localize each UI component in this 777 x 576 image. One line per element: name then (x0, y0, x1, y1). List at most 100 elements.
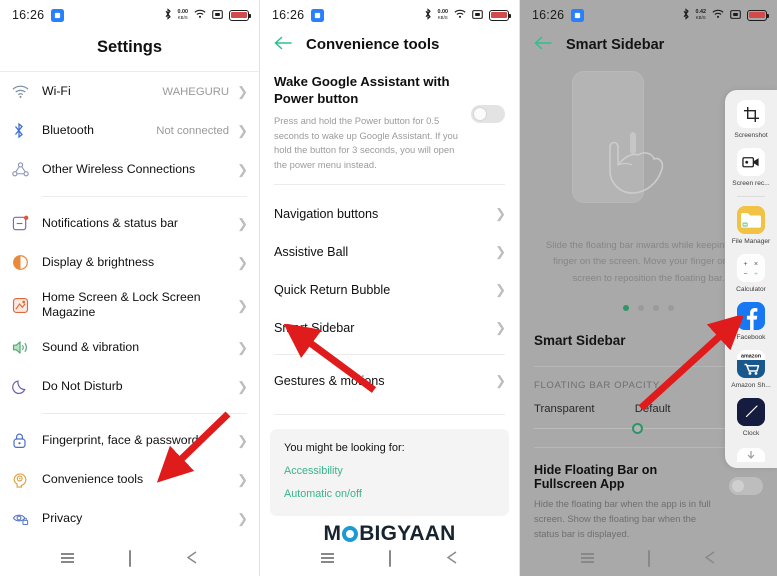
sidebar-item-fingerprint[interactable]: Fingerprint, face & password ❯ (0, 421, 259, 460)
bluetooth-status-value: Not connected (156, 124, 230, 137)
three-phone-screenshots: 16:26 0.00 KB/S Settings Wi-Fi WAHEGURU … (0, 0, 777, 576)
navigation-bar (0, 540, 259, 576)
sim-badge-icon (311, 8, 325, 22)
chevron-right-icon: ❯ (495, 282, 506, 298)
sidebar-item-bluetooth[interactable]: Bluetooth Not connected ❯ (0, 111, 259, 150)
status-icons: 0.00 KB/S (164, 7, 251, 23)
crop-screenshot-icon (737, 100, 765, 128)
sidebar-item-label: Convenience tools (42, 471, 144, 486)
chevron-right-icon: ❯ (237, 472, 248, 487)
wake-assistant-text: Wake Google Assistant with Power button … (274, 73, 471, 173)
brightness-icon (12, 254, 42, 271)
page-dot-1[interactable] (623, 304, 629, 311)
sidebar-item-label: Wi-Fi (42, 83, 71, 98)
list-item-gestures-motions[interactable]: Gestures & motions ❯ (260, 362, 519, 400)
sidebar-item-do-not-disturb[interactable]: Do Not Disturb ❯ (0, 367, 259, 406)
list-item-label: Quick Return Bubble (274, 282, 391, 297)
bluetooth-icon (164, 7, 172, 23)
screencast-icon (730, 8, 741, 22)
section-divider (274, 183, 505, 185)
list-item-label: Assistive Ball (274, 244, 349, 259)
page-title: Convenience tools (306, 36, 440, 53)
list-item-assistive-ball[interactable]: Assistive Ball ❯ (260, 233, 519, 271)
head-gear-icon (12, 471, 42, 488)
floating-item-clock[interactable]: Clock (725, 398, 777, 437)
floating-item-label: Screenshot (734, 132, 768, 139)
wake-assistant-toggle[interactable] (471, 105, 505, 123)
suggestions-card: You might be looking for: Accessibility … (270, 428, 509, 516)
chevron-right-icon: ❯ (237, 84, 248, 99)
notifications-icon (12, 215, 42, 232)
hide-floating-bar-toggle[interactable] (729, 477, 763, 496)
status-bar: 16:26 0.00 KB/S (260, 0, 519, 30)
floating-item-calculator[interactable]: + × − ÷ Calculator (725, 254, 777, 293)
hide-floating-bar-description: Hide the floating bar when the app is in… (534, 498, 711, 539)
sidebar-item-display[interactable]: Display & brightness ❯ (0, 243, 259, 282)
sidebar-item-label: Home Screen & Lock Screen Magazine (42, 289, 201, 319)
floating-item-screen-record[interactable]: Screen rec... (725, 148, 777, 187)
svg-text:amazon: amazon (741, 354, 761, 360)
floating-item-label: File Manager (731, 238, 771, 245)
sidebar-item-label: Do Not Disturb (42, 378, 123, 393)
chevron-right-icon: ❯ (495, 244, 506, 260)
slider-label-transparent: Transparent (534, 402, 595, 415)
facebook-icon (737, 302, 765, 330)
list-item-smart-sidebar[interactable]: Smart Sidebar ❯ (260, 309, 519, 347)
back-triangle-icon[interactable] (446, 550, 458, 566)
back-triangle-icon[interactable] (186, 550, 198, 566)
sidebar-item-label: Bluetooth (42, 122, 94, 137)
menu-icon[interactable] (61, 553, 75, 563)
sidebar-item-privacy[interactable]: Privacy ❯ (0, 499, 259, 538)
suggestion-link-accessibility[interactable]: Accessibility (284, 465, 495, 477)
floating-sidebar-panel[interactable]: Screenshot Screen rec... File Manager + … (725, 90, 777, 468)
list-item-quick-return-bubble[interactable]: Quick Return Bubble ❯ (260, 271, 519, 309)
moon-icon (12, 379, 42, 395)
chevron-right-icon: ❯ (495, 206, 506, 222)
back-arrow-icon[interactable] (274, 36, 292, 53)
data-speed-icon: 0.00 KB/S (177, 9, 189, 20)
back-arrow-icon[interactable] (534, 36, 552, 53)
sim-badge-icon (571, 8, 585, 22)
wake-assistant-setting[interactable]: Wake Google Assistant with Power button … (260, 67, 519, 177)
svg-text:−: − (743, 271, 747, 278)
chevron-right-icon: ❯ (237, 216, 248, 231)
floating-item-amazon-shopping[interactable]: amazon Amazon Sh... (725, 350, 777, 389)
chevron-right-icon: ❯ (495, 373, 506, 389)
chevron-right-icon: ❯ (237, 511, 248, 526)
floating-item-screenshot[interactable]: Screenshot (725, 100, 777, 139)
menu-icon[interactable] (321, 553, 335, 563)
bluetooth-icon (424, 7, 432, 23)
chevron-right-icon: ❯ (237, 340, 248, 355)
home-square-icon[interactable] (128, 549, 131, 567)
sidebar-item-wifi[interactable]: Wi-Fi WAHEGURU ❯ (0, 72, 259, 111)
sidebar-item-other-wireless[interactable]: Other Wireless Connections ❯ (0, 150, 259, 189)
floating-item-file-manager[interactable]: File Manager (725, 206, 777, 245)
convenience-tools-list: Navigation buttons ❯ Assistive Ball ❯ Qu… (260, 195, 519, 400)
more-apps-icon (737, 448, 765, 462)
svg-text:÷: ÷ (754, 271, 758, 278)
suggestion-link-automatic-on-off[interactable]: Automatic on/off (284, 488, 495, 500)
sidebar-item-sound[interactable]: Sound & vibration ❯ (0, 328, 259, 367)
chevron-right-icon: ❯ (237, 255, 248, 270)
settings-list: Wi-Fi WAHEGURU ❯ Bluetooth Not connected… (0, 72, 259, 538)
panel-smart-sidebar: 16:26 0.42 KB/S Smart Sidebar Slide the … (519, 0, 777, 576)
status-time: 16:26 (12, 8, 45, 22)
sidebar-item-notifications[interactable]: Notifications & status bar ❯ (0, 204, 259, 243)
sidebar-item-label: Notifications & status bar (42, 215, 179, 230)
floating-item-facebook[interactable]: Facebook (725, 302, 777, 341)
slider-knob[interactable] (632, 422, 644, 434)
sidebar-item-convenience-tools[interactable]: Convenience tools ❯ (0, 460, 259, 499)
floating-item-label: Screen rec... (732, 180, 770, 187)
calculator-icon: + × − ÷ (737, 254, 765, 282)
hide-floating-bar-title: Hide Floating Bar on Fullscreen App (534, 463, 658, 492)
page-dot-4[interactable] (668, 304, 674, 311)
wifi-icon (454, 8, 466, 22)
list-item-navigation-buttons[interactable]: Navigation buttons ❯ (260, 195, 519, 233)
page-dot-3[interactable] (653, 304, 659, 311)
floating-item-partial[interactable] (725, 446, 777, 462)
sidebar-item-home-screen[interactable]: Home Screen & Lock Screen Magazine ❯ (0, 282, 259, 328)
home-square-icon[interactable] (388, 549, 391, 567)
sound-icon (12, 340, 42, 355)
chevron-right-icon: ❯ (237, 379, 248, 394)
page-dot-2[interactable] (638, 304, 644, 311)
